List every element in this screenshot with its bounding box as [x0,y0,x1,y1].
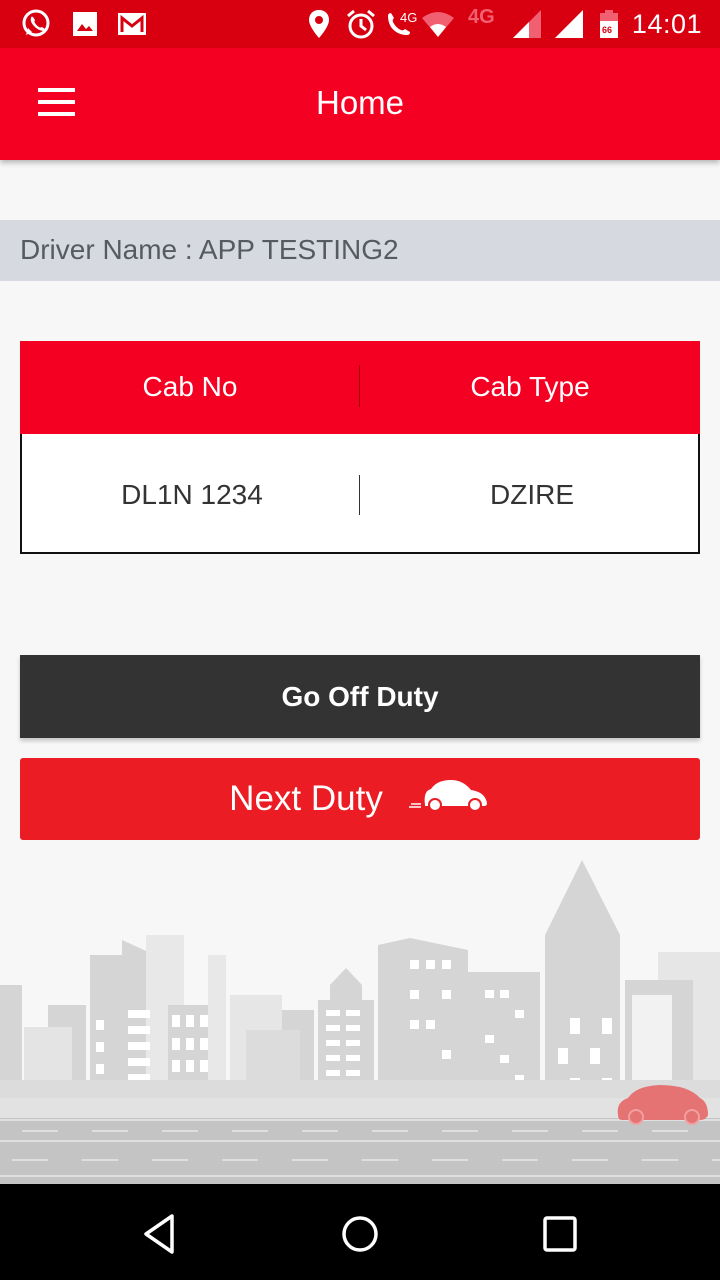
wifi-icon [420,8,456,40]
app-bar: Home [0,48,720,160]
city-skyline-illustration [0,860,720,1185]
driver-name-row: Driver Name : APP TESTING2 [0,220,720,281]
driver-name: Driver Name : APP TESTING2 [20,234,399,265]
status-bar: 4G 4G 66 14:01 [0,0,720,48]
cab-table: Cab No Cab Type DL1N 1234 DZIRE [20,341,700,554]
header-cab-no: Cab No [142,371,238,402]
page-title: Home [315,84,405,121]
home-icon[interactable] [336,1212,384,1256]
next-duty-button[interactable]: Next Duty [20,758,700,840]
recents-icon[interactable] [536,1212,584,1256]
go-off-duty-label: Go Off Duty [281,680,439,712]
system-nav-bar [0,1184,720,1280]
row-divider [359,475,360,515]
cab-number: DL1N 1234 [121,479,263,510]
signal-icon [552,8,586,40]
location-icon [306,8,332,40]
svg-text:4G: 4G [400,10,417,25]
clock: 14:01 [631,9,702,39]
volte-call-icon: 4G [384,8,420,40]
signal-icon [510,8,544,40]
back-icon[interactable] [136,1212,184,1256]
svg-text:66: 66 [602,25,612,35]
battery-icon: 66 [598,8,620,40]
gmail-icon [116,8,148,40]
4g-icon: 4G [468,6,495,28]
go-off-duty-button[interactable]: Go Off Duty [20,655,700,738]
car-icon [407,777,491,822]
gallery-icon [70,8,100,40]
whatsapp-icon [18,8,54,40]
next-duty-label: Next Duty [229,779,383,818]
alarm-icon [344,8,378,40]
cab-type: DZIRE [490,479,574,510]
header-cab-type: Cab Type [470,371,590,402]
cab-table-header: Cab No Cab Type [20,341,700,434]
